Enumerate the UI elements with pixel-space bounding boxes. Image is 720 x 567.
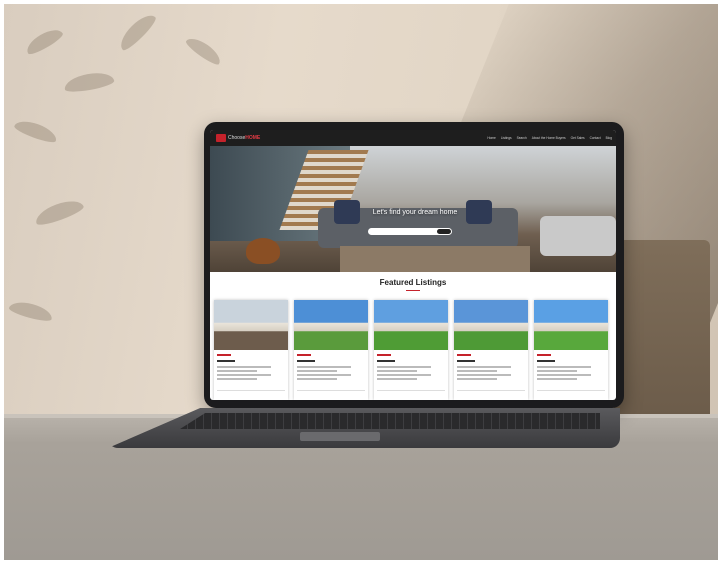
plant-shadow	[32, 195, 86, 229]
nav-links: Home Listings Search About the Home Buyers G…	[487, 136, 612, 140]
nav-link[interactable]: Contact	[590, 136, 601, 140]
listing-detail-line	[377, 366, 431, 368]
hero-pillow	[334, 200, 360, 224]
listing-footer	[457, 390, 525, 391]
listing-status-badge	[457, 354, 471, 356]
listing-detail-line	[457, 374, 511, 376]
listing-detail-line	[377, 378, 417, 380]
listing-detail-line	[457, 366, 511, 368]
laptop-trackpad	[300, 432, 380, 441]
plant-shadow	[12, 116, 60, 146]
featured-title: Featured Listings	[379, 278, 447, 287]
listing-card[interactable]	[534, 300, 608, 400]
plant-shadow	[183, 33, 225, 68]
search-button[interactable]	[437, 229, 451, 234]
listing-detail-line	[457, 378, 497, 380]
listing-footer	[297, 390, 365, 391]
listing-price	[297, 360, 315, 362]
listing-photo[interactable]	[374, 300, 448, 350]
hero-banner: Let's find your dream home	[210, 146, 616, 272]
listing-card[interactable]	[214, 300, 288, 400]
listing-cards	[214, 300, 616, 400]
laptop-screen: ChooseHOME Home Listings Search About the H…	[210, 130, 616, 400]
nav-link[interactable]: About the Home Buyers	[532, 136, 566, 140]
listing-detail-line	[457, 370, 497, 372]
nav-link[interactable]: Home	[487, 136, 496, 140]
wooden-stand	[614, 240, 710, 418]
listing-footer	[537, 390, 605, 391]
listing-card[interactable]	[454, 300, 528, 400]
plant-shadow	[23, 24, 65, 58]
listing-photo[interactable]	[534, 300, 608, 350]
listing-detail-line	[217, 370, 257, 372]
plant-shadow	[62, 69, 116, 95]
listing-card[interactable]	[374, 300, 448, 400]
hero-title: Let's find your dream home	[372, 209, 458, 216]
listing-detail-line	[217, 378, 257, 380]
listing-price	[537, 360, 555, 362]
site-navbar: ChooseHOME Home Listings Search About the H…	[210, 130, 616, 146]
listing-status-badge	[217, 354, 231, 356]
listing-detail-line	[537, 378, 577, 380]
listing-status-badge	[377, 354, 391, 356]
listing-price	[217, 360, 235, 362]
listing-photo[interactable]	[454, 300, 528, 350]
listing-footer	[377, 390, 445, 391]
logo-text: ChooseHOME	[228, 135, 261, 141]
listing-detail-line	[297, 378, 337, 380]
listing-detail-line	[537, 366, 591, 368]
listing-photo[interactable]	[214, 300, 288, 350]
listing-price	[457, 360, 475, 362]
hero-rug	[340, 246, 530, 272]
nav-link[interactable]: Blog	[606, 136, 612, 140]
listing-photo[interactable]	[294, 300, 368, 350]
listing-detail-line	[377, 370, 417, 372]
nav-link[interactable]: Get Sales	[571, 136, 585, 140]
listing-detail-line	[297, 374, 351, 376]
listing-footer	[217, 390, 285, 391]
laptop-keyboard	[180, 413, 600, 429]
logo-mark-icon	[216, 134, 226, 142]
listing-detail-line	[537, 374, 591, 376]
plant-shadow	[7, 298, 55, 324]
listing-detail-line	[217, 374, 271, 376]
hero-dog	[246, 238, 280, 264]
nav-link[interactable]: Search	[517, 136, 527, 140]
listing-price	[377, 360, 395, 362]
listing-detail-line	[297, 370, 337, 372]
listing-card[interactable]	[294, 300, 368, 400]
featured-divider	[406, 290, 420, 291]
listing-detail-line	[377, 374, 431, 376]
listing-detail-line	[217, 366, 271, 368]
site-logo[interactable]: ChooseHOME	[216, 134, 260, 142]
listing-detail-line	[297, 366, 351, 368]
listing-detail-line	[537, 370, 577, 372]
hero-search	[368, 228, 452, 235]
hero-armchair	[540, 216, 616, 256]
listing-status-badge	[537, 354, 551, 356]
plant-shadow	[115, 9, 159, 54]
listing-status-badge	[297, 354, 311, 356]
nav-link[interactable]: Listings	[501, 136, 512, 140]
search-input[interactable]	[371, 229, 437, 234]
